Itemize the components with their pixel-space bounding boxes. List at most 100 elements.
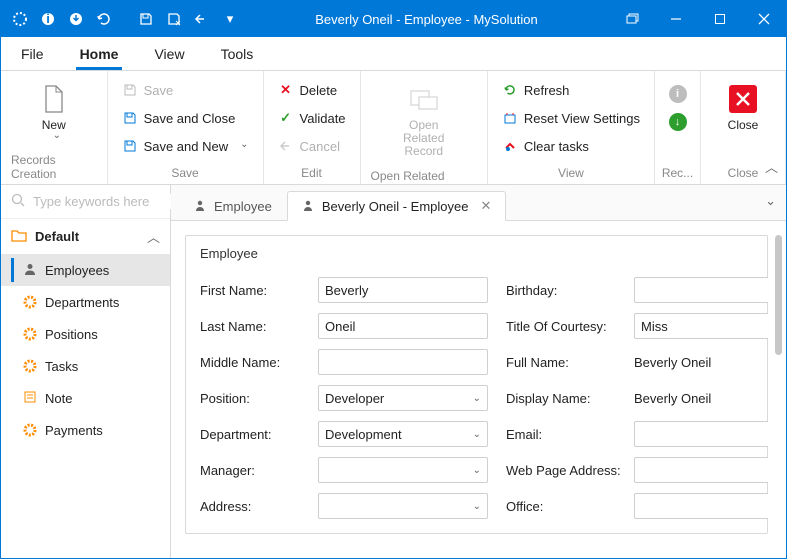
ribbon-group-edit: ✕Delete ✓Validate Cancel Edit [264, 71, 361, 184]
close-button[interactable]: Close [711, 77, 775, 138]
label-manager: Manager: [200, 463, 300, 478]
save-and-new-button[interactable]: Save and New [118, 135, 253, 157]
label-email: Email: [506, 427, 616, 442]
scrollbar-thumb[interactable] [775, 235, 782, 355]
employee-panel: Employee First Name: Beverly Birthday: ⌄… [185, 235, 768, 534]
clear-icon [502, 138, 518, 154]
office-field[interactable] [634, 493, 768, 519]
download-circle-icon[interactable]: ↓ [669, 113, 687, 131]
open-related-button: Open Related Record [392, 77, 456, 165]
tabs-chevron-icon[interactable]: ⌄ [765, 193, 776, 209]
chevron-down-icon: ⌄ [473, 465, 481, 476]
new-button[interactable]: New [22, 77, 86, 149]
full-name-field: Beverly Oneil [634, 349, 768, 375]
close-window-icon[interactable] [742, 1, 786, 37]
refresh-button[interactable]: Refresh [498, 79, 644, 101]
label-first-name: First Name: [200, 283, 300, 298]
reset-view-button[interactable]: Reset View Settings [498, 107, 644, 129]
label-full-name: Full Name: [506, 355, 616, 370]
nav-items: Employees Departments Positions Tasks No… [1, 254, 170, 446]
check-icon: ✓ [278, 110, 294, 126]
maximize-icon[interactable] [698, 1, 742, 37]
label-webpage: Web Page Address: [506, 463, 616, 478]
gear-icon [23, 423, 37, 437]
courtesy-field[interactable]: Miss⌄ [634, 313, 768, 339]
delete-button[interactable]: ✕Delete [274, 79, 350, 101]
email-field[interactable] [634, 421, 768, 447]
svg-text:i: i [46, 12, 50, 26]
position-field[interactable]: Developer⌄ [318, 385, 488, 411]
sidebar-item-employees[interactable]: Employees [1, 254, 170, 286]
ribbon-caption-records: Records Creation [11, 149, 97, 183]
refresh-qat-icon[interactable] [91, 6, 117, 32]
person-icon [194, 199, 206, 214]
tab-close-icon[interactable]: ✕ [480, 198, 491, 214]
clear-tasks-button[interactable]: Clear tasks [498, 135, 644, 157]
menu-view[interactable]: View [150, 46, 188, 70]
search-icon [11, 193, 25, 210]
label-middle-name: Middle Name: [200, 355, 300, 370]
gear-icon [23, 359, 37, 373]
chevron-up-icon: ︿ [147, 227, 160, 246]
close-icon [727, 83, 759, 115]
reset-icon [502, 110, 518, 126]
undo-qat-icon[interactable] [189, 6, 215, 32]
save-icon [122, 82, 138, 98]
tab-row: Employee Beverly Oneil - Employee ✕ ⌄ [171, 185, 786, 221]
info-icon[interactable]: i [35, 6, 61, 32]
label-address: Address: [200, 499, 300, 514]
menu-file[interactable]: File [17, 46, 48, 70]
label-last-name: Last Name: [200, 319, 300, 334]
sidebar-item-payments[interactable]: Payments [1, 414, 170, 446]
delete-icon: ✕ [278, 82, 294, 98]
note-icon [23, 390, 37, 407]
cancel-button: Cancel [274, 135, 350, 157]
webpage-field[interactable] [634, 457, 768, 483]
ribbon-caption-rec: Rec... [662, 162, 693, 182]
birthday-field[interactable]: ⌄ [634, 277, 768, 303]
chevron-down-icon: ⌄ [473, 501, 481, 512]
middle-name-field[interactable] [318, 349, 488, 375]
document-icon [38, 83, 70, 115]
menu-tools[interactable]: Tools [217, 46, 258, 70]
search-row [1, 185, 170, 218]
save-and-close-button[interactable]: Save and Close [118, 107, 253, 129]
info-circle-icon[interactable]: i [669, 85, 687, 103]
qat-dropdown-icon[interactable]: ▾ [217, 6, 243, 32]
sidebar-item-tasks[interactable]: Tasks [1, 350, 170, 382]
sidebar-item-note[interactable]: Note [1, 382, 170, 414]
save-button: Save [118, 79, 253, 101]
department-field[interactable]: Development⌄ [318, 421, 488, 447]
app-icon[interactable] [7, 6, 33, 32]
restore-down-icon[interactable] [610, 1, 654, 37]
sidebar-item-departments[interactable]: Departments [1, 286, 170, 318]
main-area: Employee Beverly Oneil - Employee ✕ ⌄ Em… [171, 185, 786, 558]
download-icon[interactable] [63, 6, 89, 32]
tab-beverly[interactable]: Beverly Oneil - Employee ✕ [287, 191, 507, 221]
person-icon [302, 199, 314, 214]
folder-header[interactable]: Default ︿ [1, 218, 170, 254]
validate-button[interactable]: ✓Validate [274, 107, 350, 129]
save-qat-icon[interactable] [133, 6, 159, 32]
saveclose-qat-icon[interactable] [161, 6, 187, 32]
last-name-field[interactable]: Oneil [318, 313, 488, 339]
minimize-icon[interactable] [654, 1, 698, 37]
ribbon: New Records Creation Save Save and Close… [1, 71, 786, 185]
ribbon-caption-edit: Edit [301, 162, 322, 182]
manager-field[interactable]: ⌄ [318, 457, 488, 483]
panel-title: Employee [200, 246, 753, 267]
sidebar-item-positions[interactable]: Positions [1, 318, 170, 350]
address-field[interactable]: ⌄ [318, 493, 488, 519]
tab-employee[interactable]: Employee [179, 192, 287, 220]
folder-icon [11, 228, 27, 245]
menu-home[interactable]: Home [76, 46, 123, 70]
ribbon-collapse-icon[interactable]: ︿ [765, 157, 778, 176]
undo-icon [278, 138, 294, 154]
gear-icon [23, 295, 37, 309]
first-name-field[interactable]: Beverly [318, 277, 488, 303]
display-name-field: Beverly Oneil [634, 385, 768, 411]
chevron-down-icon: ⌄ [473, 429, 481, 440]
ribbon-group-save: Save Save and Close Save and New Save [108, 71, 264, 184]
label-department: Department: [200, 427, 300, 442]
menubar: File Home View Tools [1, 37, 786, 71]
